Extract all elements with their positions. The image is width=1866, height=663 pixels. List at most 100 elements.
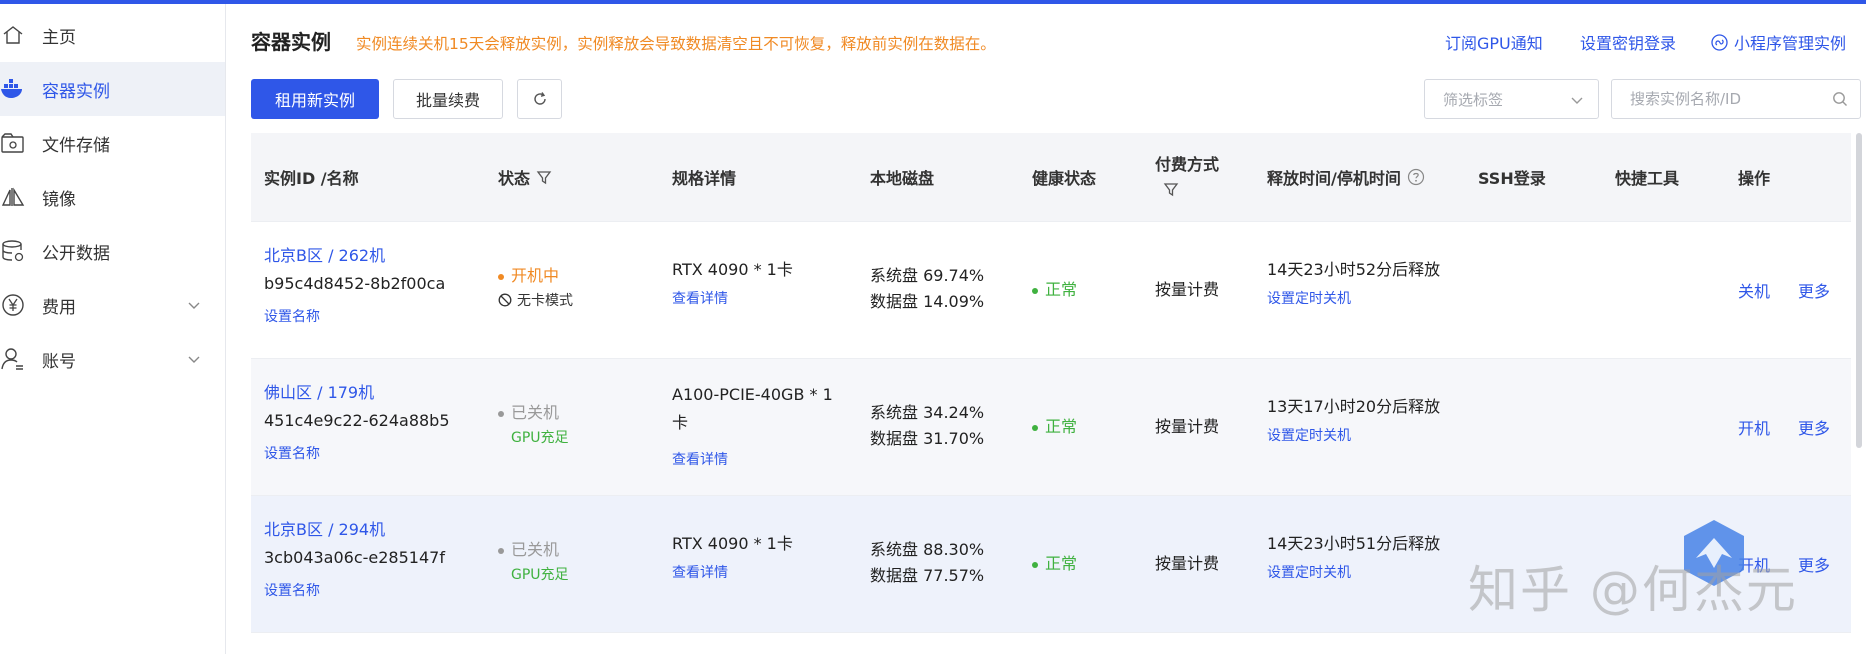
sidebar-item-billing[interactable]: 费用 xyxy=(0,278,225,332)
power-on-button[interactable]: 开机 xyxy=(1738,552,1770,576)
system-disk-usage: 系统盘 69.74% xyxy=(870,266,985,285)
sidebar-item-label: 文件存储 xyxy=(42,135,110,156)
instance-region-link[interactable]: 北京B区 / 294机 xyxy=(264,516,385,540)
release-time: 13天17小时20分后释放 xyxy=(1267,397,1441,416)
sub-status-text: 无卡模式 xyxy=(517,293,573,309)
user-icon xyxy=(0,346,26,372)
filter-icon[interactable] xyxy=(536,169,552,185)
view-details-link[interactable]: 查看详情 xyxy=(672,562,728,582)
set-ssh-key-link[interactable]: 设置密钥登录 xyxy=(1580,30,1676,54)
billing-mode: 按量计费 xyxy=(1155,280,1220,299)
filter-icon[interactable] xyxy=(1163,181,1179,197)
column-header-spec: 规格详情 xyxy=(672,165,736,189)
batch-renew-button[interactable]: 批量续费 xyxy=(393,79,503,119)
more-button[interactable]: 更多 xyxy=(1798,415,1830,439)
sidebar-item-label: 账号 xyxy=(42,351,76,372)
miniprogram-manage-link[interactable]: 小程序管理实例 xyxy=(1711,30,1846,54)
set-name-link[interactable]: 设置名称 xyxy=(264,580,320,600)
more-button[interactable]: 更多 xyxy=(1798,552,1830,576)
sidebar-item-label: 费用 xyxy=(42,297,76,318)
health-text: 正常 xyxy=(1045,417,1078,436)
column-header-health: 健康状态 xyxy=(1032,165,1096,189)
database-icon xyxy=(0,238,26,264)
set-name-link[interactable]: 设置名称 xyxy=(264,443,320,463)
status-badge: 已关机 xyxy=(498,536,559,560)
sidebar-item-label: 公开数据 xyxy=(42,243,110,264)
refresh-button[interactable] xyxy=(517,79,562,119)
table-row: 北京B区 / 294机 3cb043a06c-e285147f 设置名称 已关机… xyxy=(251,495,1851,633)
no-card-mode: 无卡模式 xyxy=(498,290,573,310)
sidebar-item-label: 镜像 xyxy=(42,189,76,210)
more-button[interactable]: 更多 xyxy=(1798,278,1830,302)
instance-region-link[interactable]: 北京B区 / 262机 xyxy=(264,242,385,266)
subscribe-gpu-notify-link[interactable]: 订阅GPU通知 xyxy=(1445,30,1543,54)
chevron-down-icon xyxy=(188,302,200,309)
column-header-label: 付费方式 xyxy=(1155,155,1220,174)
billing-mode: 按量计费 xyxy=(1155,417,1220,436)
column-header-label: 规格详情 xyxy=(672,169,737,188)
sidebar-item-images[interactable]: 镜像 xyxy=(0,170,225,224)
chevron-down-icon xyxy=(188,356,200,363)
spec-text: RTX 4090 * 1卡 xyxy=(672,260,793,279)
ban-icon xyxy=(498,293,512,307)
shutdown-button[interactable]: 关机 xyxy=(1738,278,1770,302)
status-badge: 已关机 xyxy=(498,399,559,423)
column-header-actions: 操作 xyxy=(1738,165,1770,189)
set-timed-shutdown-link[interactable]: 设置定时关机 xyxy=(1267,562,1351,582)
set-timed-shutdown-link[interactable]: 设置定时关机 xyxy=(1267,425,1351,445)
data-disk-usage: 数据盘 14.09% xyxy=(870,292,985,311)
sidebar-item-account[interactable]: 账号 xyxy=(0,332,225,386)
sidebar: 主页 容器实例 文件存储 镜像 公开数据 费用 账号 xyxy=(0,4,226,654)
health-text: 正常 xyxy=(1045,554,1078,573)
sidebar-item-container-instances[interactable]: 容器实例 xyxy=(0,62,225,116)
gpu-availability: GPU充足 xyxy=(511,430,569,446)
yen-icon xyxy=(0,292,26,318)
health-dot xyxy=(1032,561,1038,568)
column-header-release: 释放时间/停机时间 xyxy=(1267,165,1425,189)
filter-tag-select[interactable]: 筛选标签 xyxy=(1424,79,1599,119)
search-icon[interactable] xyxy=(1832,91,1848,107)
column-header-label: 释放时间/停机时间 xyxy=(1267,169,1401,188)
sidebar-item-file-storage[interactable]: 文件存储 xyxy=(0,116,225,170)
column-header-label: 健康状态 xyxy=(1032,169,1097,188)
column-header-status: 状态 xyxy=(498,165,552,189)
refresh-icon xyxy=(533,92,546,105)
sidebar-item-label: 主页 xyxy=(42,27,76,48)
status-badge: 开机中 xyxy=(498,262,559,286)
view-details-link[interactable]: 查看详情 xyxy=(672,288,728,308)
health-status: 正常 xyxy=(1032,550,1077,574)
instance-region-link[interactable]: 佛山区 / 179机 xyxy=(264,379,374,403)
column-header-label: 状态 xyxy=(498,169,531,188)
health-status: 正常 xyxy=(1032,276,1077,300)
top-accent-bar xyxy=(0,0,1866,4)
table-row: 北京B区 / 262机 b95c4d8452-8b2f00ca 设置名称 开机中… xyxy=(251,221,1851,359)
home-icon xyxy=(0,22,26,48)
sidebar-item-public-data[interactable]: 公开数据 xyxy=(0,224,225,278)
page-title: 容器实例 xyxy=(251,30,331,54)
set-timed-shutdown-link[interactable]: 设置定时关机 xyxy=(1267,288,1351,308)
view-details-link[interactable]: 查看详情 xyxy=(672,449,728,469)
health-dot xyxy=(1032,287,1038,294)
sidebar-item-home[interactable]: 主页 xyxy=(0,8,225,62)
column-header-ssh: SSH登录 xyxy=(1478,165,1546,189)
rent-new-instance-button[interactable]: 租用新实例 xyxy=(251,79,379,119)
billing-mode: 按量计费 xyxy=(1155,554,1220,573)
table-header: 实例ID /名称 状态 规格详情 本地磁盘 健康状态 付费方式 释放时间/停机时… xyxy=(251,133,1851,221)
column-header-tools: 快捷工具 xyxy=(1615,165,1679,189)
column-header-label: 本地磁盘 xyxy=(870,169,935,188)
power-on-button[interactable]: 开机 xyxy=(1738,415,1770,439)
sidebar-item-label: 容器实例 xyxy=(42,81,110,102)
instance-id: 451c4e9c22-624a88b5 xyxy=(264,411,450,430)
table-scrollbar[interactable] xyxy=(1856,133,1862,448)
help-icon[interactable] xyxy=(1407,168,1425,186)
instance-id: b95c4d8452-8b2f00ca xyxy=(264,274,446,293)
column-header-label: 快捷工具 xyxy=(1615,169,1680,188)
set-name-link[interactable]: 设置名称 xyxy=(264,306,320,326)
column-header-label: 实例ID /名称 xyxy=(264,169,359,188)
health-text: 正常 xyxy=(1045,280,1078,299)
gpu-availability: GPU充足 xyxy=(511,567,569,583)
search-input[interactable] xyxy=(1611,79,1861,119)
status-text: 已关机 xyxy=(511,403,560,422)
data-disk-usage: 数据盘 31.70% xyxy=(870,429,985,448)
status-text: 开机中 xyxy=(511,266,560,285)
